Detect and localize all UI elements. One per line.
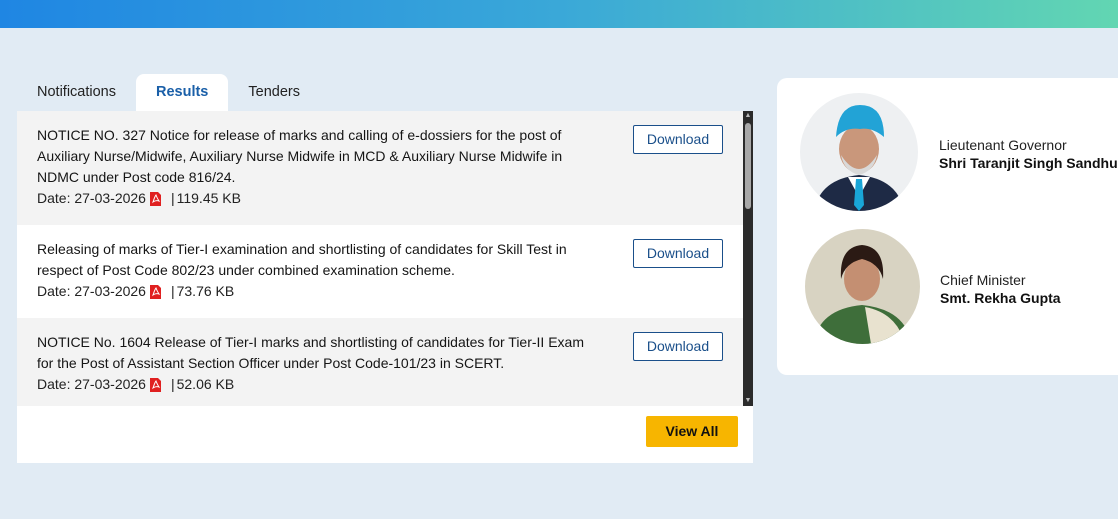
tab-bar: Notifications Results Tenders: [17, 74, 320, 111]
download-button[interactable]: Download: [633, 332, 723, 361]
notice-date: Date: 27-03-2026: [37, 376, 146, 392]
tab-notifications[interactable]: Notifications: [17, 74, 136, 111]
download-button[interactable]: Download: [633, 125, 723, 154]
notice-title: NOTICE No. 1604 Release of Tier-I marks …: [37, 334, 584, 371]
notice-date: Date: 27-03-2026: [37, 190, 146, 206]
file-size: 52.06 KB: [176, 376, 235, 392]
person-name: Shri Taranjit Singh Sandhu: [939, 155, 1118, 171]
meta-separator: |: [170, 190, 175, 206]
notice-title: Releasing of marks of Tier-I examination…: [37, 241, 567, 278]
top-gradient-bar: [0, 0, 1118, 28]
avatar: [800, 93, 918, 211]
pdf-icon[interactable]: [149, 191, 161, 206]
results-list: NOTICE NO. 327 Notice for release of mar…: [17, 111, 743, 406]
avatar: [805, 229, 920, 344]
list-item: NOTICE NO. 327 Notice for release of mar…: [17, 111, 743, 225]
notice-meta: Date: 27-03-2026 | 119.45 KB: [37, 188, 743, 209]
dignitaries-card: Lieutenant Governor Shri Taranjit Singh …: [777, 78, 1118, 375]
notice-meta: Date: 27-03-2026 | 52.06 KB: [37, 374, 743, 395]
person-role: Chief Minister: [940, 272, 1026, 288]
download-button[interactable]: Download: [633, 239, 723, 268]
person-chief-minister: Chief Minister Smt. Rekha Gupta: [777, 229, 1118, 349]
notice-meta: Date: 27-03-2026 | 73.76 KB: [37, 281, 743, 302]
tab-tenders[interactable]: Tenders: [228, 74, 320, 111]
file-size: 119.45 KB: [176, 190, 241, 206]
scroll-up-arrow-icon[interactable]: ▲: [743, 111, 753, 121]
person-name: Smt. Rekha Gupta: [940, 290, 1061, 306]
view-all-button[interactable]: View All: [646, 416, 738, 447]
pdf-icon[interactable]: [149, 284, 161, 299]
results-panel: NOTICE NO. 327 Notice for release of mar…: [17, 111, 753, 463]
file-size: 73.76 KB: [176, 283, 235, 299]
person-role: Lieutenant Governor: [939, 137, 1067, 153]
notice-title: NOTICE NO. 327 Notice for release of mar…: [37, 127, 563, 185]
person-lieutenant-governor: Lieutenant Governor Shri Taranjit Singh …: [777, 93, 1118, 213]
list-scrollbar[interactable]: ▲ ▼: [743, 111, 753, 406]
meta-separator: |: [170, 283, 175, 299]
list-item: NOTICE No. 1604 Release of Tier-I marks …: [17, 318, 743, 406]
notice-date: Date: 27-03-2026: [37, 283, 146, 299]
pdf-icon[interactable]: [149, 377, 161, 392]
list-item: Releasing of marks of Tier-I examination…: [17, 225, 743, 318]
meta-separator: |: [170, 376, 175, 392]
tab-results[interactable]: Results: [135, 74, 229, 111]
scroll-thumb[interactable]: [745, 123, 751, 209]
scroll-down-arrow-icon[interactable]: ▼: [743, 396, 753, 406]
